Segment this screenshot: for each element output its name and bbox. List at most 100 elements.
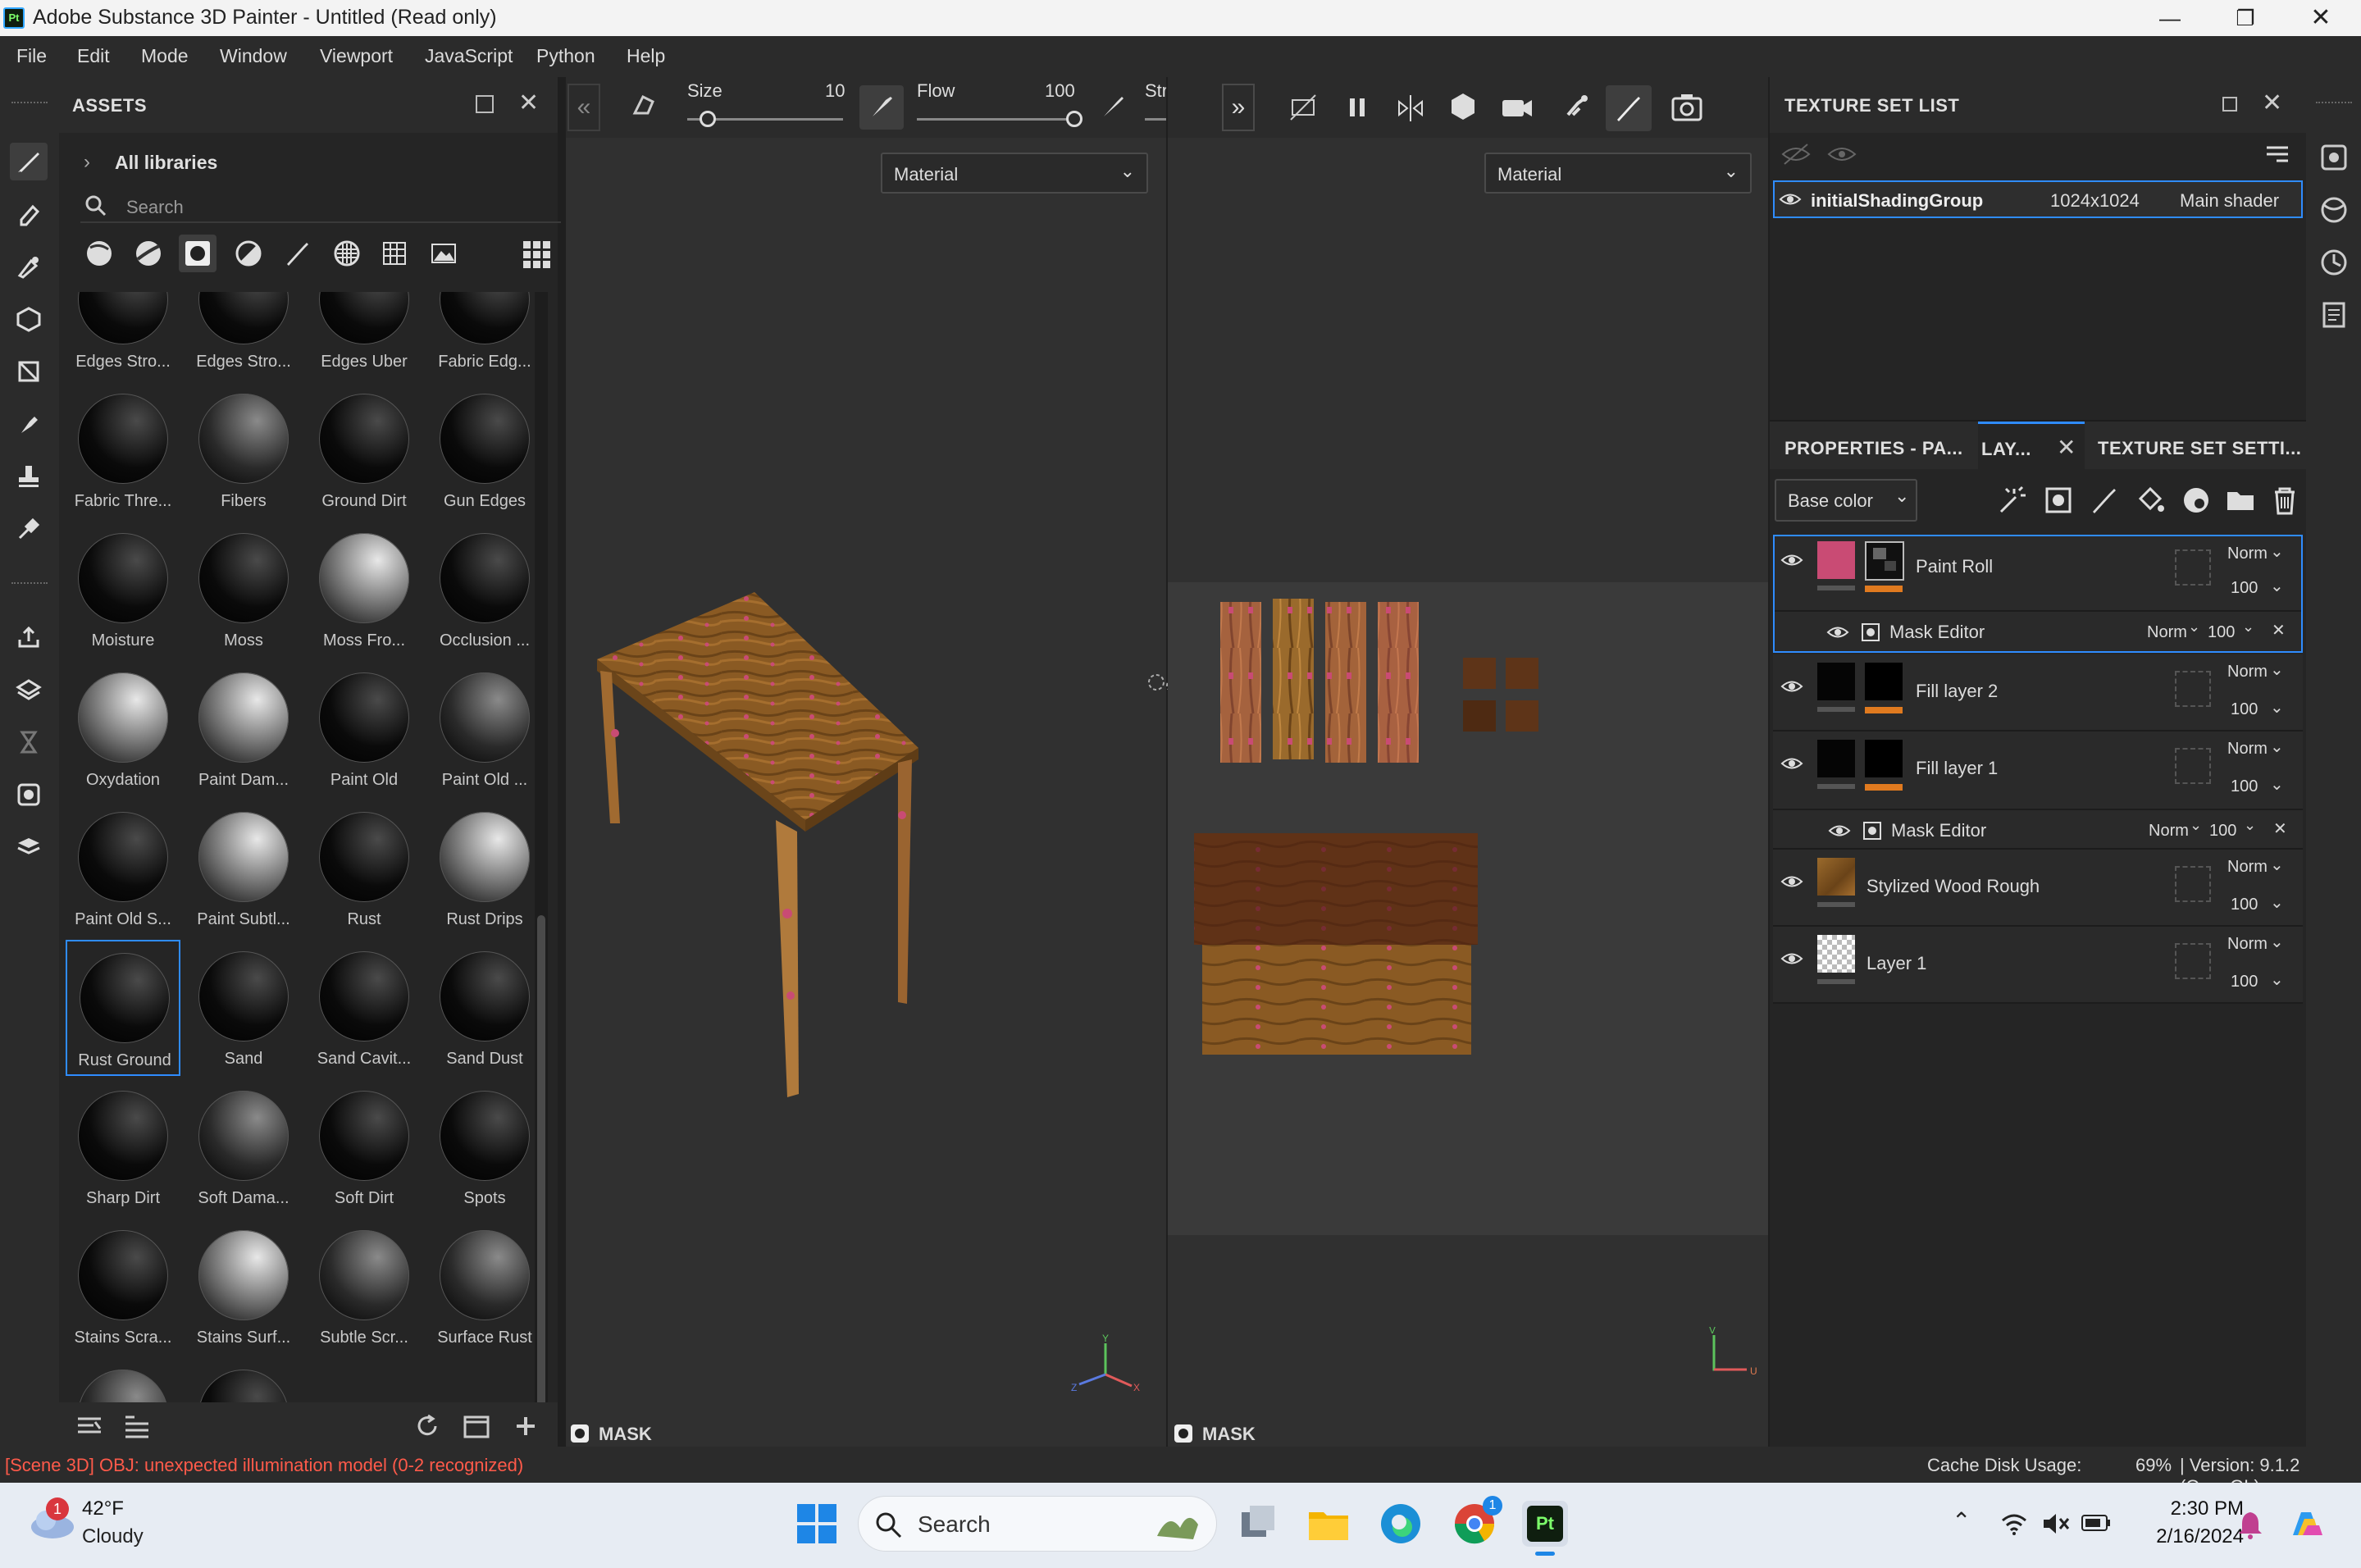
asset-item[interactable]: Occlusion ... — [427, 522, 541, 658]
asset-item[interactable]: Fibers — [186, 382, 301, 518]
grip-handle[interactable] — [11, 102, 48, 105]
hide-camera-icon[interactable] — [1288, 92, 1319, 123]
solo-view-icon[interactable] — [1825, 141, 1858, 169]
chevron-right-icon[interactable]: › — [84, 151, 90, 174]
geometry-fill-tool-icon[interactable] — [10, 300, 48, 338]
smart-materials-filter-icon[interactable] — [134, 239, 162, 267]
chevron-down-icon[interactable]: ⌄ — [2190, 817, 2202, 834]
asset-item[interactable]: Soft Dama... — [186, 1079, 301, 1215]
mask-icon[interactable] — [571, 1424, 589, 1443]
texture-set-row[interactable]: initialShadingGroup 1024x1024 Main shade… — [1773, 180, 2303, 218]
clock-time[interactable]: 2:30 PM — [2154, 1497, 2244, 1520]
eye-icon[interactable] — [1778, 189, 1803, 210]
chevron-down-icon[interactable]: ⌄ — [2270, 932, 2284, 952]
export-icon[interactable] — [10, 618, 48, 656]
chevron-down-icon[interactable]: ⌄ — [2270, 697, 2284, 718]
menu-edit[interactable]: Edit — [77, 45, 110, 67]
eraser-tool-icon[interactable] — [10, 195, 48, 233]
smudge-tool-icon[interactable] — [10, 405, 48, 443]
close-icon[interactable]: ✕ — [518, 89, 539, 117]
menu-viewport[interactable]: Viewport — [320, 45, 393, 67]
new-folder-icon[interactable] — [463, 1412, 490, 1440]
bake-icon[interactable] — [10, 671, 48, 709]
chevron-down-icon[interactable]: ⌄ — [2242, 618, 2254, 636]
add-smart-material-icon[interactable] — [2180, 484, 2213, 517]
remove-effect-icon[interactable]: ✕ — [2273, 818, 2287, 839]
asset-item[interactable]: Edges Stro... — [66, 292, 180, 379]
asset-item[interactable]: Rust Ground — [66, 940, 180, 1076]
asset-item[interactable]: Subtle Scr... — [307, 1219, 422, 1355]
chevron-down-icon[interactable]: ⌄ — [2270, 855, 2284, 875]
taskbar-search-box[interactable]: Search — [858, 1496, 1217, 1552]
clone-stamp-tool-icon[interactable] — [10, 458, 48, 495]
viewport-2d-mode-dropdown[interactable]: Material ⌄ — [1484, 153, 1752, 194]
menu-mode[interactable]: Mode — [141, 45, 189, 67]
asset-item[interactable]: Sand Cavit... — [307, 940, 422, 1076]
size-slider[interactable] — [687, 111, 843, 127]
asset-item[interactable]: Sharp Dirt — [66, 1079, 180, 1215]
float-panel-icon[interactable] — [2222, 97, 2237, 112]
layer-row-layer-1[interactable]: Layer 1 Norm ⌄ 100 ⌄ — [1773, 927, 2303, 1004]
layer-row-fill-layer-2[interactable]: Fill layer 2 Norm ⌄ 100 ⌄ — [1773, 654, 2303, 732]
assets-scrollbar[interactable] — [535, 292, 548, 1481]
eye-icon[interactable] — [1780, 753, 1804, 774]
collapse-left-icon[interactable]: « — [567, 84, 600, 131]
asset-item[interactable]: Oxydation — [66, 661, 180, 797]
remove-effect-icon[interactable]: ✕ — [2272, 620, 2286, 640]
asset-item[interactable]: Fabric Thre... — [66, 382, 180, 518]
stroke-pressure-icon[interactable] — [1099, 92, 1128, 121]
stroke-slider[interactable] — [1145, 118, 1166, 121]
mask-editor-row[interactable]: Mask Editor Norm ⌄ 100 ⌄ ✕ — [1773, 809, 2303, 850]
float-panel-icon[interactable] — [476, 95, 494, 113]
flow-pressure-icon[interactable] — [859, 85, 904, 130]
tab-texture-set-settings[interactable]: TEXTURE SET SETTI... — [2098, 438, 2301, 459]
asset-item[interactable]: Spots — [427, 1079, 541, 1215]
chevron-down-icon[interactable]: ⌄ — [2188, 618, 2200, 636]
mask-blend-mode[interactable]: Norm — [2147, 623, 2187, 642]
object-view-icon[interactable] — [1447, 90, 1479, 123]
list-sort-icon[interactable] — [123, 1412, 151, 1440]
asset-item[interactable]: Surface Rust — [427, 1219, 541, 1355]
menu-icon[interactable] — [2263, 143, 2291, 167]
camera-mode-icon[interactable] — [1499, 92, 1535, 125]
mask-blend-mode[interactable]: Norm — [2149, 822, 2189, 841]
asset-item[interactable]: Fabric Edg... — [427, 292, 541, 379]
asset-item[interactable]: Edges Stro... — [186, 292, 301, 379]
chevron-down-icon[interactable]: ⌄ — [2270, 774, 2284, 795]
textures-filter-icon[interactable] — [381, 239, 408, 267]
restore-button[interactable]: ❐ — [2208, 0, 2283, 36]
weather-widget[interactable]: 1 — [25, 1497, 79, 1543]
menu-window[interactable]: Window — [220, 45, 287, 67]
lighting-icon[interactable] — [1560, 90, 1593, 123]
asset-item[interactable]: Paint Subtl... — [186, 800, 301, 937]
pause-icon[interactable] — [1342, 92, 1373, 123]
chevron-down-icon[interactable]: ⌄ — [2270, 969, 2284, 990]
brushes-filter-icon[interactable] — [284, 239, 312, 267]
flow-value[interactable]: 100 — [1045, 80, 1075, 102]
layer-sticker[interactable] — [2175, 549, 2211, 586]
asset-item[interactable]: Rust — [307, 800, 422, 937]
history-icon[interactable] — [2318, 246, 2350, 279]
eye-icon[interactable] — [1780, 871, 1804, 892]
add-icon[interactable] — [512, 1412, 540, 1440]
windows-start-icon[interactable] — [794, 1501, 840, 1547]
layer-sticker[interactable] — [2175, 866, 2211, 902]
file-explorer-icon[interactable] — [1306, 1501, 1351, 1547]
close-icon[interactable]: ✕ — [2262, 89, 2282, 117]
chevron-down-icon[interactable]: ⌄ — [2270, 541, 2284, 562]
display-settings-icon[interactable] — [2318, 194, 2350, 226]
color-picker-tool-icon[interactable] — [10, 510, 48, 548]
error-message[interactable]: [Scene 3D] OBJ: unexpected illumination … — [5, 1455, 523, 1476]
chevron-down-icon[interactable]: ⌄ — [2270, 576, 2284, 596]
layer-sticker[interactable] — [2175, 671, 2211, 707]
layer-row-fill-layer-1[interactable]: Fill layer 1 Norm ⌄ 100 ⌄ Mask Editor No… — [1773, 732, 2303, 850]
asset-item[interactable]: Moisture — [66, 522, 180, 658]
size-value[interactable]: 10 — [825, 80, 845, 102]
asset-item[interactable]: Sand Dust — [427, 940, 541, 1076]
asset-item[interactable]: Moss — [186, 522, 301, 658]
add-mask-icon[interactable] — [2042, 484, 2075, 517]
weather-temp[interactable]: 42°F — [82, 1497, 124, 1520]
asset-item[interactable]: Paint Dam... — [186, 661, 301, 797]
layer-sticker[interactable] — [2175, 943, 2211, 979]
filters-filter-icon[interactable] — [235, 239, 262, 267]
